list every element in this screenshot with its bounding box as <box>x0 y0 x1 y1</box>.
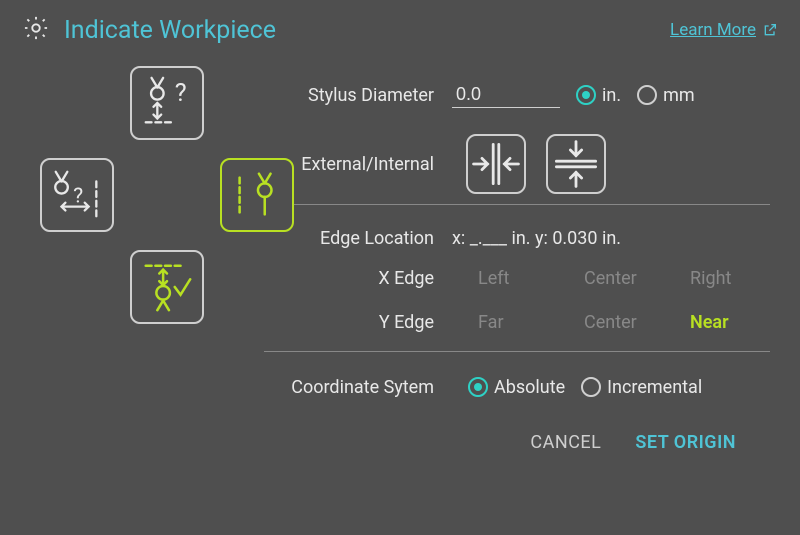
x-edge-center[interactable]: Center <box>584 268 664 289</box>
internal-icon <box>548 136 604 192</box>
coord-incremental-radio[interactable]: Incremental <box>581 377 702 398</box>
probe-top-tile[interactable]: ? <box>130 66 204 140</box>
unit-mm-label: mm <box>663 85 695 106</box>
y-edge-far[interactable]: Far <box>478 312 558 333</box>
probe-left-icon: ? <box>48 166 106 224</box>
gear-icon <box>22 14 50 46</box>
edge-location-value: x: _.___ in. y: 0.030 in. <box>452 228 621 249</box>
coordinate-system-label: Coordinate Sytem <box>264 377 452 398</box>
cancel-button[interactable]: CANCEL <box>530 432 601 453</box>
probe-left-tile[interactable]: ? <box>40 158 114 232</box>
external-icon <box>468 136 524 192</box>
divider <box>264 351 770 352</box>
learn-more-link[interactable]: Learn More <box>670 20 778 40</box>
edge-location-label: Edge Location <box>264 228 452 249</box>
stylus-diameter-input[interactable] <box>452 82 560 108</box>
coord-absolute-label: Absolute <box>494 377 565 398</box>
coord-incremental-label: Incremental <box>607 377 702 398</box>
x-edge-left[interactable]: Left <box>478 268 558 289</box>
edge-location-row: Edge Location x: _.___ in. y: 0.030 in. <box>264 217 770 259</box>
learn-more-label: Learn More <box>670 20 756 40</box>
divider <box>264 204 770 205</box>
internal-button[interactable] <box>546 134 606 194</box>
coord-absolute-radio[interactable]: Absolute <box>468 377 565 398</box>
svg-text:?: ? <box>73 184 83 209</box>
footer: CANCEL SET ORIGIN <box>264 432 770 453</box>
probe-bottom-icon <box>138 258 196 316</box>
svg-text:?: ? <box>175 79 187 108</box>
x-edge-label: X Edge <box>264 268 452 289</box>
unit-in-radio[interactable]: in. <box>576 85 621 106</box>
unit-in-label: in. <box>602 85 621 106</box>
probe-direction-selector: ? ? <box>20 56 264 366</box>
probe-right-tile[interactable] <box>220 158 294 232</box>
stylus-diameter-label: Stylus Diameter <box>264 85 452 106</box>
x-edge-right[interactable]: Right <box>690 268 770 289</box>
external-button[interactable] <box>466 134 526 194</box>
probe-bottom-tile[interactable] <box>130 250 204 324</box>
external-link-icon <box>762 22 778 38</box>
header: Indicate Workpiece Learn More <box>0 0 800 52</box>
y-edge-label: Y Edge <box>264 312 452 333</box>
stylus-diameter-row: Stylus Diameter in. mm <box>264 74 770 116</box>
y-edge-near[interactable]: Near <box>690 312 770 333</box>
controls-panel: Stylus Diameter in. mm External/Internal <box>264 56 770 453</box>
coordinate-system-row: Coordinate Sytem Absolute Incremental <box>264 366 770 408</box>
unit-mm-radio[interactable]: mm <box>637 85 695 106</box>
y-edge-center[interactable]: Center <box>584 312 664 333</box>
probe-top-icon: ? <box>138 74 196 132</box>
probe-right-icon <box>228 166 286 224</box>
set-origin-button[interactable]: SET ORIGIN <box>635 432 736 453</box>
page-title: Indicate Workpiece <box>64 16 276 45</box>
x-edge-row: X Edge Left Center Right <box>264 259 770 297</box>
y-edge-row: Y Edge Far Center Near <box>264 303 770 341</box>
external-internal-row: External/Internal <box>264 134 770 194</box>
